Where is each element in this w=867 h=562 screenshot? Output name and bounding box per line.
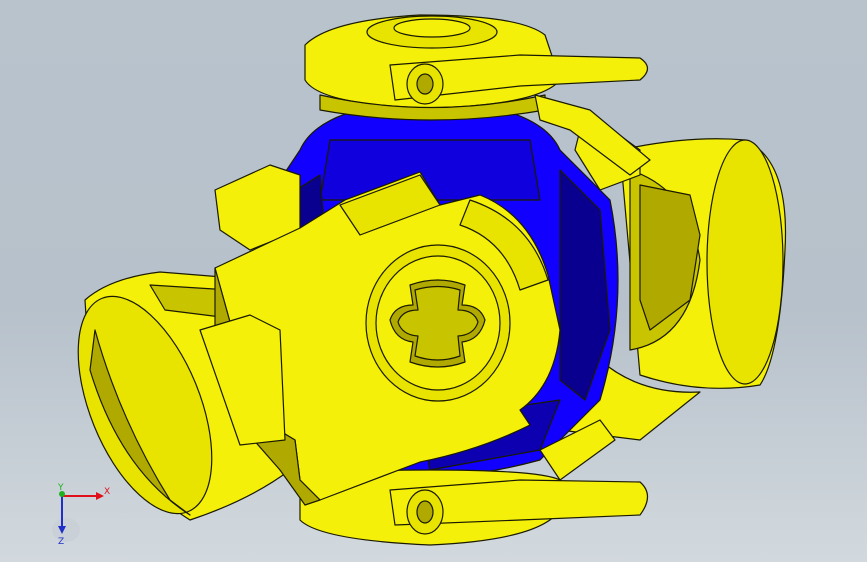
universal-joint-model[interactable] xyxy=(0,0,867,562)
orientation-triad: X Y Z xyxy=(52,483,110,547)
y-axis-label: Y xyxy=(57,483,64,493)
x-axis-arrow xyxy=(96,492,104,500)
z-axis-label: Z xyxy=(58,537,64,547)
triad-base xyxy=(52,518,80,542)
x-axis-label: X xyxy=(104,487,110,497)
graphics-viewport[interactable]: X Y Z xyxy=(0,0,867,562)
